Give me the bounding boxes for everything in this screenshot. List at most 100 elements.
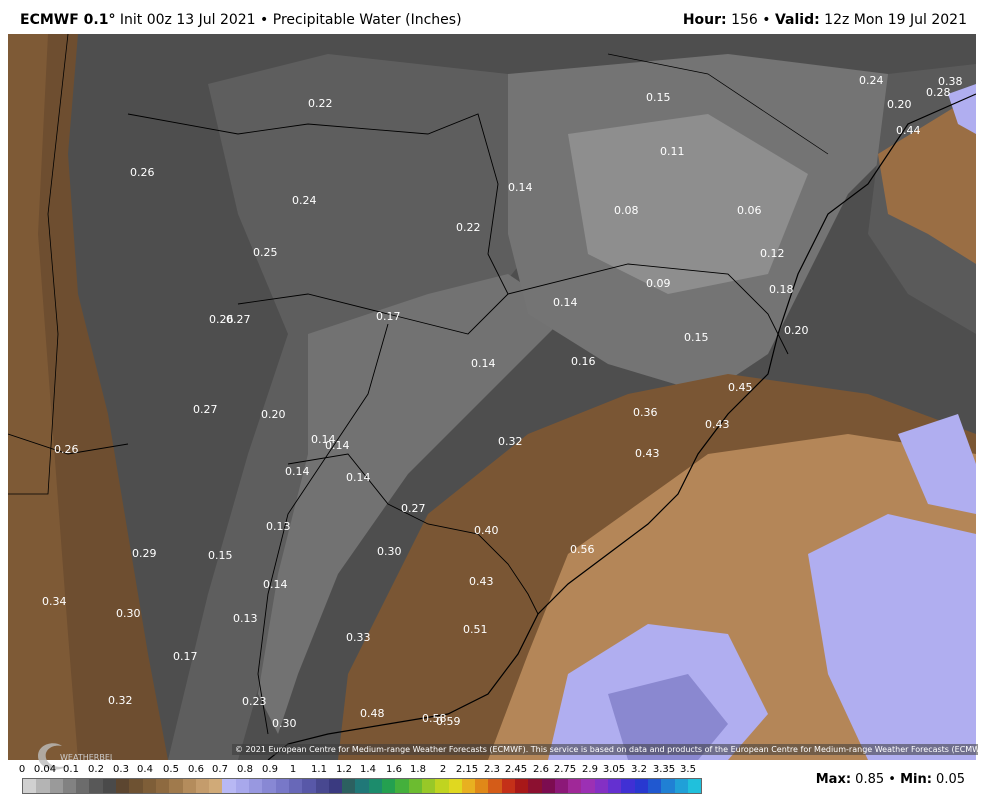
map-value-label: 0.32 [498, 435, 523, 448]
legend-swatch [501, 779, 515, 793]
legend-tick: 0.3 [113, 764, 129, 775]
legend-tick: 0.7 [212, 764, 228, 775]
map-value-label: 0.59 [436, 715, 461, 728]
map-title: ECMWF 0.1° Init 00z 13 Jul 2021 • Precip… [20, 12, 462, 28]
map-value-label: 0.27 [226, 313, 251, 326]
map-value-label: 0.56 [570, 543, 595, 556]
map-value-label: 0.25 [253, 246, 278, 259]
legend-swatch [674, 779, 688, 793]
model-name: ECMWF 0.1 [20, 12, 109, 28]
init-time: Init 00z 13 Jul 2021 [115, 12, 256, 28]
legend-swatch [155, 779, 170, 793]
map-value-label: 0.18 [769, 283, 794, 296]
legend-tick: 0.6 [188, 764, 204, 775]
legend-swatch [528, 779, 542, 793]
legend-swatch [235, 779, 250, 793]
legend-tick: 3.05 [602, 764, 626, 775]
legend-swatch [195, 779, 210, 793]
legend-swatch [36, 779, 50, 793]
legend-swatch [541, 779, 555, 793]
legend-swatch [475, 779, 489, 793]
legend-swatch [315, 779, 329, 793]
legend-swatch [448, 779, 462, 793]
map-value-label: 0.43 [705, 418, 730, 431]
legend-swatch [129, 779, 143, 793]
map-value-label: 0.34 [42, 595, 67, 608]
legend-tick: 1 [289, 764, 297, 775]
legend-swatch [288, 779, 303, 793]
legend-colorbar [22, 778, 702, 794]
legend-swatch [76, 779, 90, 793]
legend-tick: 2.75 [553, 764, 577, 775]
map-value-label: 0.16 [571, 355, 596, 368]
map-value-label: 0.15 [208, 549, 233, 562]
legend-swatch [368, 779, 383, 793]
valid-date: 12z Mon 19 Jul 2021 [819, 12, 967, 28]
legend-tick: 0.2 [88, 764, 104, 775]
legend-swatch [594, 779, 609, 793]
forecast-hour: 156 [726, 12, 758, 28]
legend-tick: 2.15 [455, 764, 479, 775]
legend-swatch [62, 779, 77, 793]
map-value-label: 0.08 [614, 204, 639, 217]
map-value-label: 0.51 [463, 623, 488, 636]
map-value-label: 0.38 [938, 75, 963, 88]
logo-text: WEATHERBELL [60, 753, 112, 762]
legend-tick: 0.9 [262, 764, 278, 775]
map-value-label: 0.22 [308, 97, 333, 110]
header: ECMWF 0.1° Init 00z 13 Jul 2021 • Precip… [0, 0, 984, 34]
legend-tick: 0.4 [137, 764, 153, 775]
min-value: 0.05 [931, 772, 965, 787]
legend-swatch [554, 779, 569, 793]
legend-swatch [23, 779, 37, 793]
legend-swatch [102, 779, 117, 793]
map-value-label: 0.48 [360, 707, 385, 720]
map-value-label: 0.14 [508, 181, 533, 194]
map-value-label: 0.45 [728, 381, 753, 394]
map-value-label: 0.27 [193, 403, 218, 416]
map-value-label: 0.30 [116, 607, 141, 620]
map-value-label: 0.11 [660, 145, 685, 158]
legend-tick: 0.1 [63, 764, 79, 775]
map-canvas: 0.22 0.150.240.280.380.200.440.260.110.24… [7, 33, 977, 761]
map-value-label: 0.33 [346, 631, 371, 644]
legend-swatch [461, 779, 476, 793]
map-value-label: 0.27 [401, 502, 426, 515]
precipitable-water-map: 0.22 0.15 0.24 0.28 0.38 0.20 0.44 0.26 0.11 0.24… [7, 33, 984, 770]
map-value-label: 0.26 [130, 166, 155, 179]
map-value-label: 0.20 [887, 98, 912, 111]
legend-swatch [581, 779, 595, 793]
legend-swatch [661, 779, 675, 793]
map-value-label: 0.17 [376, 310, 401, 323]
legend-swatch [408, 779, 422, 793]
legend-tick: 2.9 [582, 764, 598, 775]
map-value-label: 0.29 [132, 547, 157, 560]
legend-swatch [421, 779, 436, 793]
map-value-label: 0.14 [346, 471, 371, 484]
map-value-label: 0.26 [54, 443, 79, 456]
legend-swatch [116, 779, 130, 793]
legend-swatch [49, 779, 63, 793]
map-value-label: 0.43 [469, 575, 494, 588]
legend-tick: 2.3 [484, 764, 500, 775]
map-value-label: 0.20 [261, 408, 286, 421]
legend-swatch [488, 779, 502, 793]
legend-swatch [621, 779, 635, 793]
map-value-label: 0.24 [859, 74, 884, 87]
map-value-label: 0.14 [553, 296, 578, 309]
legend-swatch [647, 779, 662, 793]
legend-swatch [182, 779, 196, 793]
legend-swatch [568, 779, 582, 793]
legend-swatch [89, 779, 103, 793]
copyright-notice: © 2021 European Centre for Medium-range … [232, 744, 984, 755]
legend-swatch [249, 779, 263, 793]
legend-tick: 1.8 [410, 764, 426, 775]
legend-tick: 2 [439, 764, 447, 775]
map-value-label: 0.14 [285, 465, 310, 478]
legend-swatch [342, 779, 356, 793]
legend-swatch [209, 779, 223, 793]
map-value-label: 0.14 [263, 578, 288, 591]
map-value-label: 0.44 [896, 124, 921, 137]
legend-swatch [608, 779, 622, 793]
map-value-label: 0.23 [242, 695, 267, 708]
